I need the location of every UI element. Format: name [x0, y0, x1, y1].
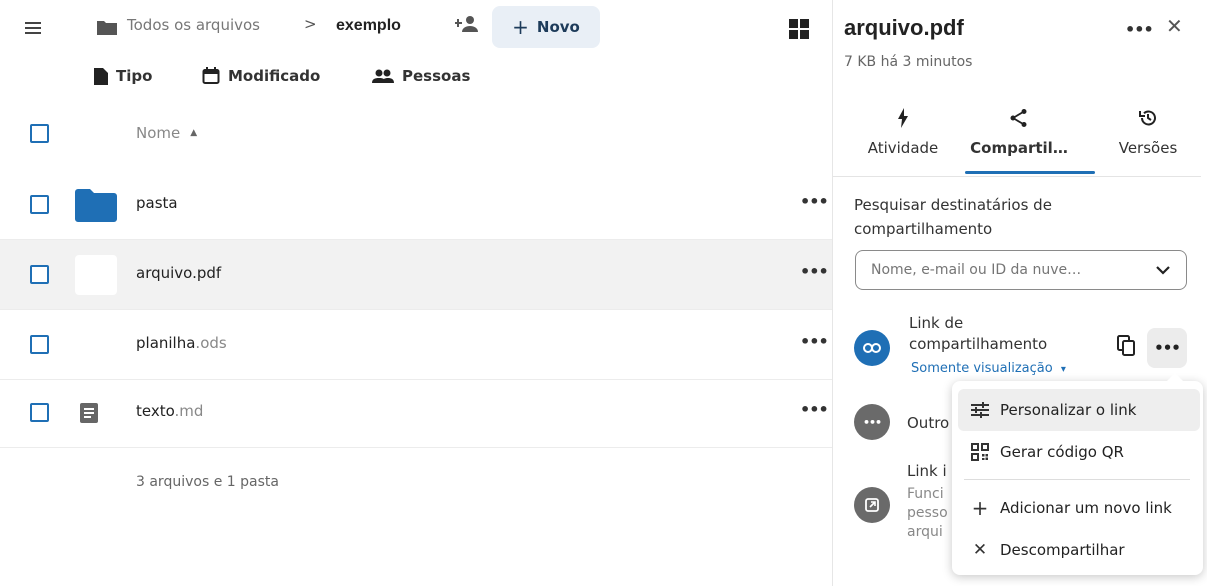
- row-checkbox[interactable]: [30, 265, 49, 284]
- name-column-header[interactable]: Nome ▲: [136, 124, 197, 142]
- link-avatar: [854, 330, 890, 366]
- row-checkbox[interactable]: [30, 195, 49, 214]
- name-header-label: Nome: [136, 124, 181, 142]
- file-name[interactable]: arquivo.pdf: [136, 264, 221, 282]
- tab-versions[interactable]: Versões: [1093, 105, 1203, 157]
- sidebar-title: arquivo.pdf: [844, 15, 964, 40]
- file-name[interactable]: planilha.ods: [136, 334, 227, 352]
- row-actions-button[interactable]: •••: [800, 400, 829, 419]
- plus-icon: +: [971, 496, 989, 520]
- files-panel: Todos os arquivos > exemplo + Novo Tipo …: [0, 0, 832, 586]
- row-actions-button[interactable]: •••: [800, 192, 829, 211]
- tune-icon: [970, 402, 990, 418]
- menu-icon[interactable]: [24, 18, 44, 38]
- tab-versions-label: Versões: [1118, 139, 1178, 157]
- link-icon: [863, 343, 881, 353]
- add-person-icon[interactable]: [455, 14, 479, 36]
- share-link-actions-button[interactable]: •••: [1147, 328, 1187, 368]
- file-row-planilha[interactable]: planilha.ods •••: [0, 310, 832, 380]
- menu-item-generate-qr[interactable]: Gerar código QR: [958, 431, 1200, 473]
- share-icon: [964, 105, 1074, 131]
- filter-modified[interactable]: Modificado: [202, 67, 320, 85]
- select-all-checkbox[interactable]: [30, 124, 49, 143]
- row-actions-button[interactable]: •••: [800, 332, 829, 351]
- bolt-icon: [848, 105, 958, 131]
- history-icon: [1093, 105, 1203, 131]
- tab-activity-label: Atividade: [867, 139, 939, 157]
- menu-item-label: Gerar código QR: [1000, 443, 1124, 461]
- menu-item-label: Adicionar um novo link: [1000, 499, 1172, 517]
- file-name[interactable]: texto.md: [136, 402, 203, 420]
- filter-type-label: Tipo: [116, 67, 153, 85]
- menu-divider: [964, 479, 1190, 480]
- plus-icon: +: [512, 15, 529, 39]
- menu-item-label: Personalizar o link: [1000, 401, 1137, 419]
- file-row-texto[interactable]: texto.md •••: [0, 378, 832, 448]
- menu-item-customize-link[interactable]: Personalizar o link: [958, 389, 1200, 431]
- filter-modified-label: Modificado: [228, 67, 321, 85]
- menu-caret: [1166, 373, 1184, 382]
- pdf-thumbnail: [75, 255, 117, 295]
- row-actions-button[interactable]: •••: [800, 262, 829, 281]
- calendar-icon: [202, 67, 220, 85]
- sort-ascending-icon: ▲: [190, 128, 198, 138]
- breadcrumb-current[interactable]: exemplo: [336, 17, 401, 35]
- menu-item-unshare[interactable]: ✕ Descompartilhar: [958, 529, 1200, 571]
- file-row-arquivo-pdf[interactable]: arquivo.pdf •••: [0, 240, 832, 310]
- active-tab-indicator: [965, 171, 1095, 174]
- folder-icon: [75, 185, 117, 225]
- close-icon[interactable]: ✕: [1166, 14, 1183, 38]
- sidebar-subtitle: 7 KB há 3 minutos: [844, 54, 973, 70]
- tab-divider: [833, 176, 1201, 177]
- breadcrumb-home[interactable]: Todos os arquivos: [127, 16, 260, 34]
- more-icon: •••: [862, 415, 882, 429]
- copy-icon[interactable]: [1116, 335, 1136, 357]
- sidebar-more-button[interactable]: •••: [1125, 20, 1154, 39]
- search-recipients-field[interactable]: [855, 250, 1187, 290]
- others-with-access-label[interactable]: Outro: [907, 414, 949, 432]
- tab-activity[interactable]: Atividade: [848, 105, 958, 157]
- external-link-icon: [865, 498, 879, 512]
- search-recipients-input[interactable]: [871, 262, 1131, 278]
- filter-type[interactable]: Tipo: [94, 67, 152, 85]
- share-link-actions-menu: Personalizar o link Gerar código QR + Ad…: [952, 373, 1203, 575]
- close-icon: ✕: [972, 540, 988, 560]
- files-summary: 3 arquivos e 1 pasta: [136, 474, 279, 490]
- row-checkbox[interactable]: [30, 403, 49, 422]
- new-button-label: Novo: [536, 18, 580, 36]
- file-name[interactable]: pasta: [136, 194, 178, 212]
- people-icon: [372, 68, 394, 84]
- tab-sharing-label: Compartil…: [970, 139, 1068, 157]
- text-file-icon: [75, 393, 117, 433]
- file-icon: [94, 67, 108, 85]
- share-link-permission[interactable]: Somente visualização ▾: [911, 361, 1066, 376]
- file-row-pasta[interactable]: pasta •••: [0, 170, 832, 240]
- row-checkbox[interactable]: [30, 335, 49, 354]
- permission-label: Somente visualização: [911, 361, 1053, 376]
- internal-link-title: Link i: [907, 462, 947, 480]
- spreadsheet-icon: [75, 325, 117, 365]
- breadcrumb-separator: >: [304, 15, 317, 33]
- search-recipients-label: Pesquisar destinatários de compartilhame…: [854, 196, 1052, 238]
- internal-link-avatar: [854, 487, 890, 523]
- chevron-down-icon[interactable]: [1154, 261, 1172, 279]
- tab-sharing[interactable]: Compartil…: [964, 105, 1074, 157]
- permission-caret-icon: ▾: [1060, 364, 1066, 375]
- menu-item-label: Descompartilhar: [1000, 541, 1125, 559]
- share-link-title: Link de compartilhamento: [909, 314, 1048, 353]
- new-button[interactable]: + Novo: [492, 6, 600, 48]
- others-avatar: •••: [854, 404, 890, 440]
- filter-people[interactable]: Pessoas: [372, 67, 470, 85]
- qrcode-icon: [970, 443, 990, 461]
- folder-icon: [96, 19, 118, 36]
- filter-people-label: Pessoas: [402, 67, 471, 85]
- menu-item-add-new-link[interactable]: + Adicionar um novo link: [958, 487, 1200, 529]
- grid-view-icon[interactable]: [789, 19, 809, 39]
